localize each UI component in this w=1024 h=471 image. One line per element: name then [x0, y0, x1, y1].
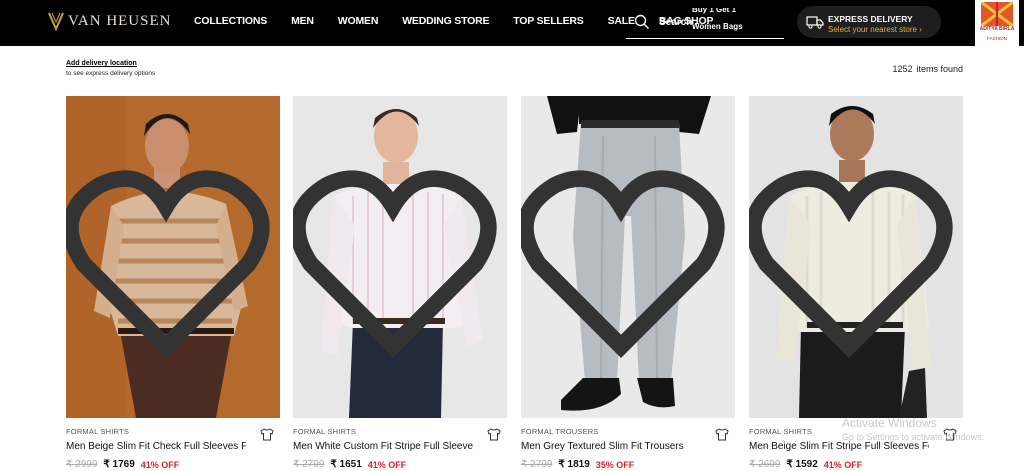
wishlist-heart-icon[interactable] [66, 103, 273, 418]
brand-logo[interactable]: VAN HEUSEN [48, 10, 171, 32]
nav-women[interactable]: WOMEN [338, 15, 379, 27]
product-image[interactable] [293, 96, 507, 418]
product-sale-price: ₹ 1819 [558, 459, 590, 470]
product-mrp: ₹ 2799 [521, 459, 553, 470]
product-card[interactable]: FORMAL SHIRTS Men Beige Slim Fit Check F… [66, 96, 280, 471]
product-card[interactable]: FORMAL SHIRTS Men Beige Slim Fit Stripe … [749, 96, 963, 471]
items-found-number: 1252 [892, 64, 913, 74]
product-sale-price: ₹ 1651 [330, 459, 362, 470]
items-found-label: items found [916, 64, 963, 74]
product-title[interactable]: Men Beige Slim Fit Check Full Sleeves Fo… [66, 441, 246, 452]
wishlist-heart-icon[interactable] [293, 103, 500, 418]
express-delivery-button[interactable]: EXPRESS DELIVERY Select your nearest sto… [797, 6, 941, 38]
product-title[interactable]: Men White Custom Fit Stripe Full Sleeves… [293, 441, 473, 452]
express-delivery-subtitle: Select your nearest store › [828, 25, 922, 34]
search-bar[interactable]: Search Buy 1 Get 1 Women Bags [626, 8, 784, 39]
items-found-count: 1252 items found [892, 64, 963, 74]
product-price: ₹ 2699 ₹ 1592 41% OFF [749, 459, 862, 470]
search-promo-item: Buy 1 Get 1 [692, 8, 737, 14]
size-chart-shirt-icon[interactable] [260, 428, 274, 441]
product-discount: 41% OFF [367, 460, 407, 470]
product-title[interactable]: Men Beige Slim Fit Stripe Full Sleeves F… [749, 441, 929, 452]
product-discount: 41% OFF [823, 460, 863, 470]
product-image[interactable] [521, 96, 735, 418]
search-label: Search [659, 17, 693, 28]
nav-men[interactable]: MEN [291, 15, 314, 27]
size-chart-shirt-icon[interactable] [715, 428, 729, 441]
product-discount: 41% OFF [140, 460, 180, 470]
product-title[interactable]: Men Grey Textured Slim Fit Trousers [521, 441, 701, 452]
aditya-birla-mark-icon [981, 2, 1013, 26]
product-category: FORMAL SHIRTS [749, 427, 813, 436]
product-price: ₹ 2999 ₹ 1769 41% OFF [66, 459, 179, 470]
search-icon [634, 14, 649, 29]
search-promo-ticker: Buy 1 Get 1 Women Bags [692, 8, 782, 39]
product-category: FORMAL SHIRTS [66, 427, 130, 436]
product-sale-price: ₹ 1592 [786, 459, 818, 470]
truck-icon [806, 16, 824, 29]
product-price: ₹ 2799 ₹ 1651 41% OFF [293, 459, 406, 470]
brand-name: VAN HEUSEN [68, 12, 172, 29]
wishlist-heart-icon[interactable] [749, 103, 956, 418]
top-header: VAN HEUSEN COLLECTIONS MEN WOMEN WEDDING… [0, 0, 1024, 46]
product-image[interactable] [749, 96, 963, 418]
aditya-birla-name: ADITYA BIRLA [979, 26, 1015, 32]
brand-logo-mark-icon [48, 12, 64, 31]
nav-top-sellers[interactable]: TOP SELLERS [513, 15, 584, 27]
express-delivery-title: EXPRESS DELIVERY [828, 14, 913, 24]
windows-activation-subtitle: Go to Settings to activate Windows. [842, 432, 985, 442]
nav-collections[interactable]: COLLECTIONS [194, 15, 267, 27]
nav-wedding-store[interactable]: WEDDING STORE [402, 15, 489, 27]
product-category: FORMAL TROUSERS [521, 427, 599, 436]
product-category: FORMAL SHIRTS [293, 427, 357, 436]
search-promo-item: Women Bags [692, 22, 743, 31]
product-card[interactable]: FORMAL SHIRTS Men White Custom Fit Strip… [293, 96, 507, 471]
size-chart-shirt-icon[interactable] [487, 428, 501, 441]
wishlist-heart-icon[interactable] [521, 103, 728, 418]
aditya-birla-logo[interactable]: ADITYA BIRLA FASHION [975, 0, 1019, 46]
product-mrp: ₹ 2999 [66, 459, 98, 470]
delivery-location-note: to see express delivery options [66, 70, 156, 77]
product-card[interactable]: FORMAL TROUSERS Men Grey Textured Slim F… [521, 96, 735, 471]
aditya-birla-sub: FASHION [987, 36, 1007, 41]
product-mrp: ₹ 2699 [749, 459, 781, 470]
product-price: ₹ 2799 ₹ 1819 35% OFF [521, 459, 634, 470]
product-image[interactable] [66, 96, 280, 418]
product-sale-price: ₹ 1769 [103, 459, 135, 470]
product-mrp: ₹ 2799 [293, 459, 325, 470]
add-delivery-location-link[interactable]: Add delivery location [66, 60, 137, 67]
windows-activation-title: Activate Windows [842, 416, 937, 430]
product-discount: 35% OFF [595, 460, 635, 470]
